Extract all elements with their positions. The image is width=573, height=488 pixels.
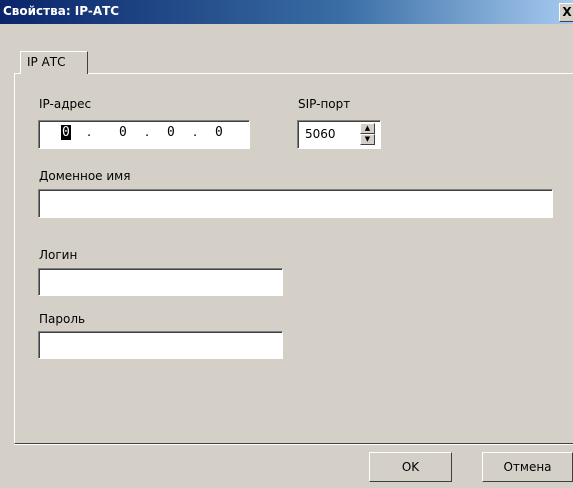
close-button[interactable]: X (559, 3, 573, 22)
ip-octet-2[interactable]: 0 (119, 125, 127, 140)
chevron-up-icon: ▲ (364, 124, 371, 132)
ip-octet-4[interactable]: 0 (215, 125, 223, 140)
sip-port-label: SIP-порт (298, 97, 351, 111)
title-bar: Свойства: IP-АТС X (0, 0, 573, 24)
divider (14, 444, 573, 445)
ip-address-label: IP-адрес (39, 97, 92, 111)
sip-port-value: 5060 (305, 127, 336, 141)
ip-separator: . (87, 125, 92, 140)
ip-separator: . (193, 125, 198, 140)
window-title: Свойства: IP-АТС (3, 4, 120, 18)
password-field[interactable] (38, 331, 283, 359)
ip-octet-3[interactable]: 0 (167, 125, 175, 140)
login-label: Логин (39, 248, 78, 262)
spin-up-button[interactable]: ▲ (360, 123, 375, 134)
ip-separator: . (145, 125, 150, 140)
sip-port-stepper[interactable]: 5060 ▲ ▼ (297, 120, 381, 149)
ok-button[interactable]: OK (369, 452, 452, 482)
domain-name-field[interactable] (38, 189, 553, 218)
tab-label: IP АТС (27, 55, 66, 69)
chevron-down-icon: ▼ (364, 135, 371, 143)
password-label: Пароль (39, 312, 86, 326)
ip-octet-1[interactable]: 0 (61, 125, 71, 140)
cancel-button[interactable]: Отмена (482, 452, 573, 482)
close-icon: X (562, 5, 572, 19)
ip-address-field[interactable]: 0 . 0 . 0 . 0 (38, 120, 250, 149)
tab-ip-ats[interactable]: IP АТС (20, 51, 88, 74)
domain-name-label: Доменное имя (39, 169, 131, 183)
login-field[interactable] (38, 268, 283, 296)
spin-down-button[interactable]: ▼ (360, 134, 375, 145)
